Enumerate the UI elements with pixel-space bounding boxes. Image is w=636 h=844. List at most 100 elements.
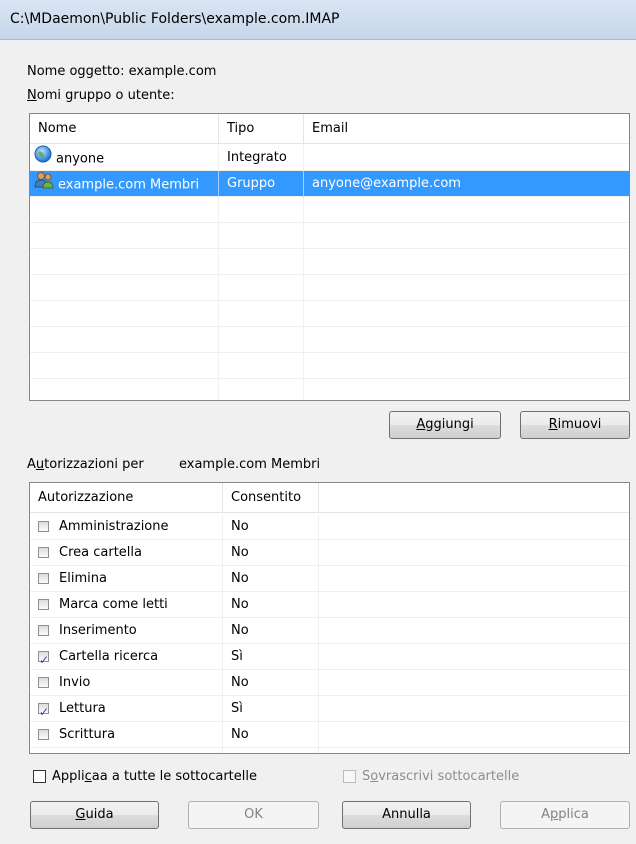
cell-name	[30, 353, 219, 379]
cell-email	[304, 145, 629, 171]
column-header-email[interactable]: Email	[304, 114, 629, 144]
cell-type	[219, 275, 304, 301]
table-row[interactable]: anyone Integrato	[30, 145, 629, 171]
permission-checkbox[interactable]	[38, 677, 49, 688]
permission-label: Inserimento	[59, 623, 137, 638]
cell-email	[304, 223, 629, 249]
cell-allowed: No	[223, 540, 319, 566]
help-button[interactable]: Guida	[30, 801, 159, 829]
cell-type	[219, 223, 304, 249]
cell-email	[304, 353, 629, 379]
empty-row	[30, 249, 629, 275]
permissions-target: example.com Membri	[179, 457, 321, 472]
cell-name	[30, 249, 219, 275]
empty-row	[30, 748, 629, 753]
permission-row[interactable]: Inserimento No	[30, 618, 629, 644]
permission-row[interactable]: Lettura Sì	[30, 696, 629, 722]
cell-empty	[319, 696, 629, 722]
cell-empty	[319, 644, 629, 670]
permission-label: Amministrazione	[59, 519, 169, 534]
permission-row[interactable]: Cartella ricerca Sì	[30, 644, 629, 670]
permission-row[interactable]: Invio No	[30, 670, 629, 696]
cell-name	[30, 301, 219, 327]
permission-label: Invio	[59, 675, 91, 690]
add-button[interactable]: Aggiungi	[389, 411, 501, 439]
cell-allowed: No	[223, 514, 319, 540]
overwrite-option[interactable]: Sovrascrivi sottocartelle	[343, 769, 519, 784]
window-title: C:\MDaemon\Public Folders\example.com.IM…	[10, 11, 340, 27]
object-name-label: Nome oggetto: example.com	[27, 64, 217, 79]
cell-email	[304, 197, 629, 223]
empty-row	[30, 275, 629, 301]
cell-type	[219, 301, 304, 327]
cell-permission: Cartella ricerca	[30, 644, 223, 670]
cell-empty	[319, 566, 629, 592]
permission-row[interactable]: Elimina No	[30, 566, 629, 592]
permission-label: Cartella ricerca	[59, 649, 159, 664]
apply-all-option[interactable]: Applicaa a tutte le sottocartelle	[33, 769, 257, 784]
cell-allowed: No	[223, 566, 319, 592]
column-header-allowed[interactable]: Consentito	[223, 483, 319, 513]
permission-row[interactable]: Amministrazione No	[30, 514, 629, 540]
permission-checkbox[interactable]	[38, 699, 49, 722]
cell-email	[304, 379, 629, 400]
cell-permission: Inserimento	[30, 618, 223, 644]
cell-name	[30, 275, 219, 301]
globe-icon	[34, 145, 52, 171]
permission-row[interactable]: Crea cartella No	[30, 540, 629, 566]
groups-list[interactable]: Nome Tipo Email anyone Integrato example.c…	[29, 113, 630, 401]
apply-button[interactable]: Applica	[500, 801, 630, 829]
cell-email: anyone@example.com	[312, 176, 461, 191]
cancel-button[interactable]: Annulla	[342, 801, 471, 829]
permission-checkbox[interactable]	[38, 521, 49, 532]
table-row[interactable]: example.com Membri Gruppo anyone@example.c…	[30, 171, 629, 197]
column-header-empty	[319, 483, 629, 513]
cell-empty	[319, 748, 629, 753]
cell-permission: Crea cartella	[30, 540, 223, 566]
permission-checkbox[interactable]	[38, 547, 49, 558]
empty-row	[30, 301, 629, 327]
cell-email	[304, 275, 629, 301]
cell-permission: Marca come letti	[30, 592, 223, 618]
cell-allowed: No	[223, 618, 319, 644]
row-name-label: anyone	[56, 151, 105, 167]
cell-email	[304, 301, 629, 327]
cell-allowed	[223, 748, 319, 753]
permission-checkbox[interactable]	[38, 599, 49, 610]
cell-type	[219, 379, 304, 400]
column-header-type[interactable]: Tipo	[219, 114, 304, 144]
permission-checkbox[interactable]	[38, 625, 49, 636]
cell-email	[304, 327, 629, 353]
overwrite-checkbox[interactable]	[343, 770, 356, 783]
cell-name	[30, 197, 219, 223]
empty-row	[30, 379, 629, 400]
cell-permission	[30, 748, 223, 753]
row-name-label: example.com Membri	[58, 177, 200, 193]
permission-label: Lettura	[59, 701, 106, 716]
permission-checkbox[interactable]	[38, 647, 49, 670]
column-header-permission[interactable]: Autorizzazione	[30, 483, 223, 513]
cell-type	[219, 197, 304, 223]
permissions-list[interactable]: Autorizzazione Consentito Amministrazion…	[29, 482, 630, 754]
cell-empty	[319, 514, 629, 540]
permission-checkbox[interactable]	[38, 573, 49, 584]
permission-label: Elimina	[59, 571, 107, 586]
cell-type	[219, 353, 304, 379]
cell-type	[219, 249, 304, 275]
empty-row	[30, 327, 629, 353]
ok-button[interactable]: OK	[188, 801, 319, 829]
empty-row	[30, 197, 629, 223]
apply-all-checkbox[interactable]	[33, 770, 46, 783]
cell-email	[304, 249, 629, 275]
cell-allowed: No	[223, 592, 319, 618]
cell-empty	[319, 722, 629, 748]
permission-row[interactable]: Marca come letti No	[30, 592, 629, 618]
groups-list-header: Nome Tipo Email	[30, 114, 629, 144]
column-header-name[interactable]: Nome	[30, 114, 219, 144]
permission-row[interactable]: Scrittura No	[30, 722, 629, 748]
cell-allowed: No	[223, 722, 319, 748]
permission-checkbox[interactable]	[38, 729, 49, 740]
remove-button[interactable]: Rimuovi	[520, 411, 630, 439]
cell-allowed: Sì	[223, 644, 319, 670]
permission-label: Marca come letti	[59, 597, 168, 612]
